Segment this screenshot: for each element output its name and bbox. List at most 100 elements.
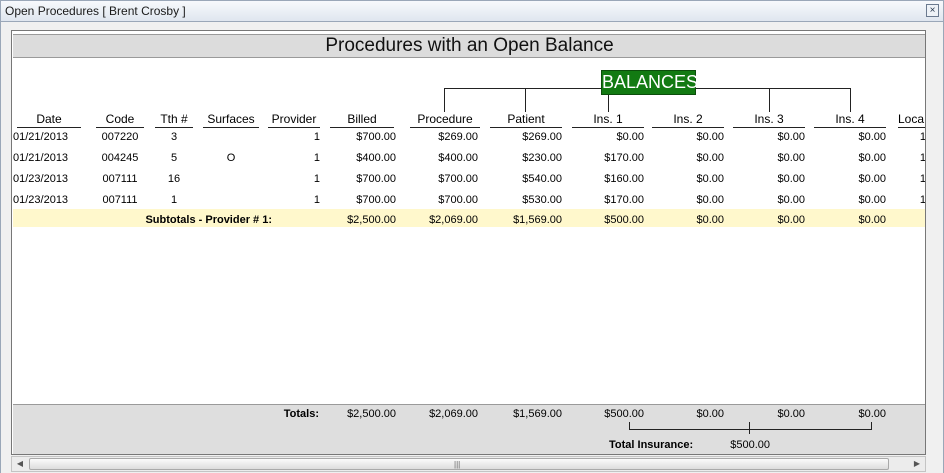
subtotal-ins4: $0.00 — [858, 214, 886, 226]
cell-ins2: $0.00 — [696, 173, 724, 185]
col-header-underline — [17, 127, 81, 128]
col-header-underline — [572, 127, 644, 128]
balances-bracket-patient — [525, 88, 526, 112]
col-header-underline — [203, 127, 259, 128]
subtotal-billed: $2,500.00 — [347, 214, 396, 226]
col-header-date: Date — [36, 112, 62, 126]
close-icon[interactable]: × — [926, 4, 939, 17]
totals-ins3: $0.00 — [777, 408, 805, 420]
col-header-tooth: Tth # — [160, 112, 188, 126]
cell-ins3: $0.00 — [777, 131, 805, 143]
cell-procedure: $269.00 — [438, 131, 478, 143]
cell-ins2: $0.00 — [696, 131, 724, 143]
cell-ins3: $0.00 — [777, 194, 805, 206]
cell-surfaces: O — [226, 152, 236, 164]
window-body: Procedures with an Open Balance BALANCES… — [0, 22, 944, 473]
cell-tooth: 3 — [170, 131, 178, 143]
cell-ins4: $0.00 — [858, 173, 886, 185]
cell-ins1: $160.00 — [604, 173, 644, 185]
cell-tooth: 5 — [170, 152, 178, 164]
col-header-ins1: Ins. 1 — [593, 112, 623, 126]
subtotal-ins2: $0.00 — [696, 214, 724, 226]
subtotal-procedure: $2,069.00 — [429, 214, 478, 226]
cell-tooth: 1 — [170, 194, 178, 206]
cell-ins4: $0.00 — [858, 152, 886, 164]
insurance-bracket-mid — [749, 422, 750, 434]
balances-badge: BALANCES — [601, 70, 698, 95]
cell-ins2: $0.00 — [696, 152, 724, 164]
col-header-location: Loca — [898, 112, 925, 126]
cell-ins1: $170.00 — [604, 152, 644, 164]
cell-code: 004245 — [101, 152, 139, 164]
col-header-underline — [268, 127, 320, 128]
cell-location: 1 — [919, 194, 926, 206]
col-header-underline — [733, 127, 805, 128]
cell-code: 007111 — [102, 173, 138, 185]
cell-patient: $269.00 — [522, 131, 562, 143]
cell-location: 1 — [919, 131, 926, 143]
cell-ins1: $170.00 — [604, 194, 644, 206]
col-header-underline — [652, 127, 724, 128]
window-titlebar: Open Procedures [ Brent Crosby ] × — [0, 0, 944, 22]
subtotal-patient: $1,569.00 — [513, 214, 562, 226]
cell-ins1: $0.00 — [616, 131, 644, 143]
col-header-underline — [410, 127, 480, 128]
col-header-underline — [96, 127, 144, 128]
subtotal-label: Subtotals - Provider # 1: — [145, 214, 272, 226]
scrollbar-thumb[interactable]: ||| — [29, 458, 889, 470]
cell-ins2: $0.00 — [696, 194, 724, 206]
cell-date: 01/23/2013 — [13, 173, 69, 185]
col-header-underline — [330, 127, 394, 128]
totals-procedure: $2,069.00 — [429, 408, 478, 420]
cell-billed: $400.00 — [356, 152, 396, 164]
col-header-ins4: Ins. 4 — [835, 112, 865, 126]
cell-patient: $530.00 — [522, 194, 562, 206]
cell-location: 1 — [919, 173, 926, 185]
total-insurance-label: Total Insurance: — [609, 439, 694, 451]
cell-procedure: $700.00 — [438, 194, 478, 206]
cell-provider: 1 — [313, 152, 320, 164]
cell-surfaces — [203, 193, 259, 207]
cell-provider: 1 — [313, 173, 320, 185]
col-header-surfaces: Surfaces — [207, 112, 255, 126]
col-header-ins3: Ins. 3 — [754, 112, 784, 126]
cell-ins4: $0.00 — [858, 131, 886, 143]
scroll-right-icon[interactable]: ▶ — [910, 458, 924, 470]
horizontal-scrollbar[interactable]: ◀ ||| ▶ — [11, 456, 926, 472]
col-header-underline — [898, 127, 925, 128]
cell-billed: $700.00 — [356, 194, 396, 206]
totals-ins4: $0.00 — [858, 408, 886, 420]
balances-bracket-ins3 — [769, 88, 770, 112]
insurance-bracket-bar — [629, 429, 872, 430]
cell-ins3: $0.00 — [777, 173, 805, 185]
cell-tooth: 16 — [167, 173, 181, 185]
cell-procedure: $400.00 — [438, 152, 478, 164]
cell-billed: $700.00 — [356, 173, 396, 185]
cell-surfaces — [203, 172, 259, 186]
cell-date: 01/21/2013 — [13, 131, 69, 143]
subtotal-ins3: $0.00 — [777, 214, 805, 226]
balances-bracket-left — [444, 88, 445, 112]
cell-date: 01/21/2013 — [13, 152, 69, 164]
report-title: Procedures with an Open Balance — [13, 34, 925, 58]
totals-billed: $2,500.00 — [347, 408, 396, 420]
cell-date: 01/23/2013 — [13, 194, 69, 206]
cell-billed: $700.00 — [356, 131, 396, 143]
scrollbar-grip-icon: ||| — [454, 460, 461, 469]
cell-provider: 1 — [313, 131, 320, 143]
col-header-billed: Billed — [347, 112, 377, 126]
cell-code: 007220 — [101, 131, 139, 143]
totals-ins1: $500.00 — [604, 408, 644, 420]
cell-patient: $540.00 — [522, 173, 562, 185]
col-header-provider: Provider — [271, 112, 317, 126]
scroll-left-icon[interactable]: ◀ — [13, 458, 27, 470]
total-insurance-value: $500.00 — [730, 439, 770, 451]
totals-label: Totals: — [283, 408, 319, 420]
report-canvas: Procedures with an Open Balance BALANCES… — [11, 30, 926, 455]
subtotal-ins1: $500.00 — [604, 214, 644, 226]
col-header-underline — [814, 127, 886, 128]
cell-ins3: $0.00 — [777, 152, 805, 164]
col-header-underline — [490, 127, 562, 128]
totals-ins2: $0.00 — [696, 408, 724, 420]
col-header-code: Code — [105, 112, 135, 126]
